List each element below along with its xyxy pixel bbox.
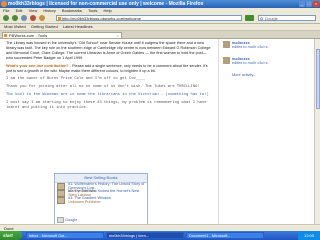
menu-file[interactable]: File [3, 8, 9, 13]
reload-button[interactable] [21, 15, 27, 21]
address-bar[interactable]: http://mo0kh33rblogs.pbworks.com/welcome [56, 15, 242, 21]
bookmark-latest-headlines[interactable]: Latest Headlines [63, 24, 93, 29]
contribution-heading: What's your one-line contribution? [6, 64, 69, 68]
contribution-line: I am the owner of Burns Price Cole and I… [6, 77, 145, 81]
navigation-toolbar: http://mo0kh33rblogs.pbworks.com/welcome… [0, 14, 320, 24]
book-item[interactable]: #3: The Gradient Window Unknown Publishe… [55, 196, 147, 204]
close-button[interactable]: × [313, 1, 319, 7]
book-author: Unknown Publisher [68, 199, 101, 204]
minimize-button[interactable]: _ [299, 1, 305, 7]
site-favicon [58, 17, 61, 20]
menu-help[interactable]: Help [104, 8, 112, 13]
firefox-icon [1, 1, 7, 7]
contribution-line: I must say I am starting to enjoy these … [6, 101, 207, 110]
tab-pbworks[interactable]: PBWorks.com - Tools × [2, 32, 122, 38]
contribution-paragraph: What's your one-line contribution? - Ple… [6, 64, 212, 74]
activity-sidebar: mo0rcxxx edited to mo0r c3d rc. mo0rcxxx… [218, 39, 315, 224]
widget-footer: Google [57, 217, 77, 223]
search-input[interactable]: G Google [258, 15, 316, 21]
more-activity-link[interactable]: More activity... [232, 73, 256, 77]
window-titlebar: mo0kh33rblogs | licensed for non-commerc… [0, 0, 320, 8]
menu-tools[interactable]: Tools [88, 8, 97, 13]
home-button[interactable] [39, 15, 45, 21]
taskbar-button[interactable]: mo0kh33rblogs | licen... [106, 232, 184, 239]
stop-button[interactable] [30, 15, 36, 21]
back-button[interactable] [3, 15, 9, 21]
start-button[interactable]: start [0, 231, 22, 240]
book-cover [57, 190, 65, 197]
go-button[interactable] [245, 15, 254, 21]
google-icon: G [260, 16, 264, 21]
menu-history[interactable]: History [43, 8, 55, 13]
menu-view[interactable]: View [29, 8, 38, 13]
maximize-button[interactable]: □ [306, 1, 312, 7]
book-cover [57, 183, 65, 190]
system-tray-clock: 12:00 [298, 231, 320, 240]
bookmark-getting-started[interactable]: Getting Started [31, 24, 58, 29]
activity-text[interactable]: edited to mo0r c3d rc. [232, 61, 269, 65]
book-cover [57, 197, 65, 204]
forward-button[interactable] [12, 15, 18, 21]
activity-text[interactable]: edited to mo0r c3d rc. [232, 45, 269, 49]
post-paragraph: The Library was housed in the university… [6, 41, 211, 60]
google-logo-icon [57, 217, 64, 223]
taskbar-button[interactable]: Document1 - Microsoft... [186, 232, 264, 239]
contribution-line: Thank you for joining after all so so so… [6, 85, 200, 89]
search-placeholder: Google [265, 16, 278, 21]
menu-bookmarks[interactable]: Bookmarks [62, 8, 82, 13]
page-content: The Library was housed in the university… [0, 39, 320, 225]
bookmark-most-visited[interactable]: Most Visited [4, 24, 26, 29]
wiki-post: The Library was housed in the university… [6, 41, 212, 114]
avatar [223, 41, 230, 48]
address-text: http://mo0kh33rblogs.pbworks.com/welcome [62, 16, 141, 21]
vertical-scrollbar[interactable] [314, 39, 320, 224]
taskbar-button[interactable]: Inbox - Microsoft Out... [26, 232, 104, 239]
activity-item: mo0rcxxx edited to mo0r c3d rc. [219, 39, 315, 55]
best-selling-books-widget: Best Selling Books #1: Wolfenstein's His… [54, 173, 148, 225]
tab-label: PBWorks.com - Tools [9, 33, 48, 38]
activity-item: mo0rcxxx edited to mo0r c3d rc. [219, 55, 315, 71]
menu-edit[interactable]: Edit [16, 8, 23, 13]
avatar [223, 57, 230, 64]
bookmarks-toolbar: Most Visited Getting Started Latest Head… [0, 24, 320, 31]
contribution-line: The kool in the Windows are in some the … [6, 93, 209, 97]
widget-footer-label[interactable]: Google [65, 218, 77, 222]
windows-taskbar: start Inbox - Microsoft Out... mo0kh33rb… [0, 231, 320, 240]
tab-favicon [4, 34, 7, 37]
tab-strip: PBWorks.com - Tools × [0, 31, 320, 39]
scrollbar-thumb[interactable] [316, 49, 320, 109]
status-bar: Done [0, 224, 320, 231]
window-title: mo0kh33rblogs | licensed for non-commerc… [8, 1, 204, 7]
